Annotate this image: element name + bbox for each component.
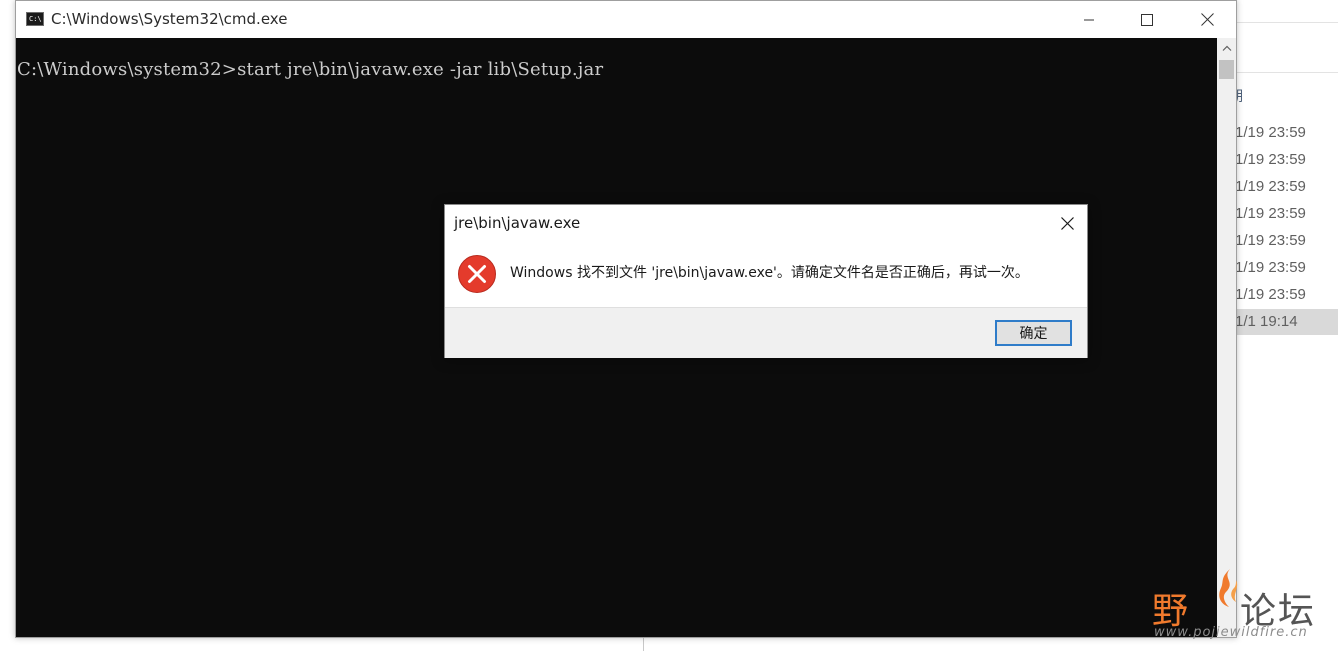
file-row-date[interactable]: 1/19 23:59 (1229, 282, 1338, 308)
ok-button[interactable]: 确定 (995, 320, 1072, 346)
error-message: Windows 找不到文件 'jre\bin\javaw.exe'。请确定文件名… (510, 265, 1029, 281)
dialog-title: jre\bin\javaw.exe (454, 214, 581, 232)
scroll-up-button[interactable] (1217, 38, 1236, 58)
minimize-icon (1084, 19, 1094, 20)
dialog-footer: 确定 (445, 307, 1087, 358)
file-row-date[interactable]: 1/19 23:59 (1229, 174, 1338, 200)
file-row-date[interactable]: 1/19 23:59 (1229, 147, 1338, 173)
close-button[interactable] (1178, 1, 1236, 38)
cmd-titlebar[interactable]: C:\ C:\Windows\System32\cmd.exe (16, 1, 1236, 38)
chevron-up-icon (1222, 45, 1231, 51)
background-explorer-window: 期 1/19 23:59 1/19 23:59 1/19 23:59 1/19 … (1229, 0, 1338, 651)
file-row-date[interactable]: 1/19 23:59 (1229, 255, 1338, 281)
explorer-divider (1237, 72, 1338, 73)
scroll-thumb[interactable] (1219, 60, 1234, 79)
maximize-button[interactable] (1118, 1, 1176, 38)
cmd-icon[interactable]: C:\ (26, 12, 44, 26)
explorer-divider (1237, 22, 1338, 23)
window-title: C:\Windows\System32\cmd.exe (51, 10, 288, 28)
close-icon (1200, 13, 1214, 26)
close-icon (1060, 216, 1074, 230)
watermark-logo: 野 论坛 www.pojiewildfire.cn (1150, 569, 1338, 642)
watermark-url: www.pojiewildfire.cn (1154, 625, 1308, 640)
background-divider (643, 638, 644, 651)
console-line: C:\Windows\system32>start jre\bin\javaw.… (17, 59, 604, 80)
file-row-date-selected[interactable]: 1/1 19:14 (1229, 309, 1338, 335)
file-row-date[interactable]: 1/19 23:59 (1229, 201, 1338, 227)
vertical-scrollbar[interactable] (1217, 38, 1236, 637)
minimize-button[interactable] (1060, 1, 1118, 38)
error-icon (458, 255, 496, 293)
error-dialog: jre\bin\javaw.exe Windows 找不到文件 'jre\bin… (444, 204, 1088, 358)
file-row-date[interactable]: 1/19 23:59 (1229, 120, 1338, 146)
file-row-date[interactable]: 1/19 23:59 (1229, 228, 1338, 254)
flame-icon (1219, 569, 1238, 607)
dialog-close-button[interactable] (1053, 211, 1081, 235)
maximize-icon (1141, 13, 1153, 26)
